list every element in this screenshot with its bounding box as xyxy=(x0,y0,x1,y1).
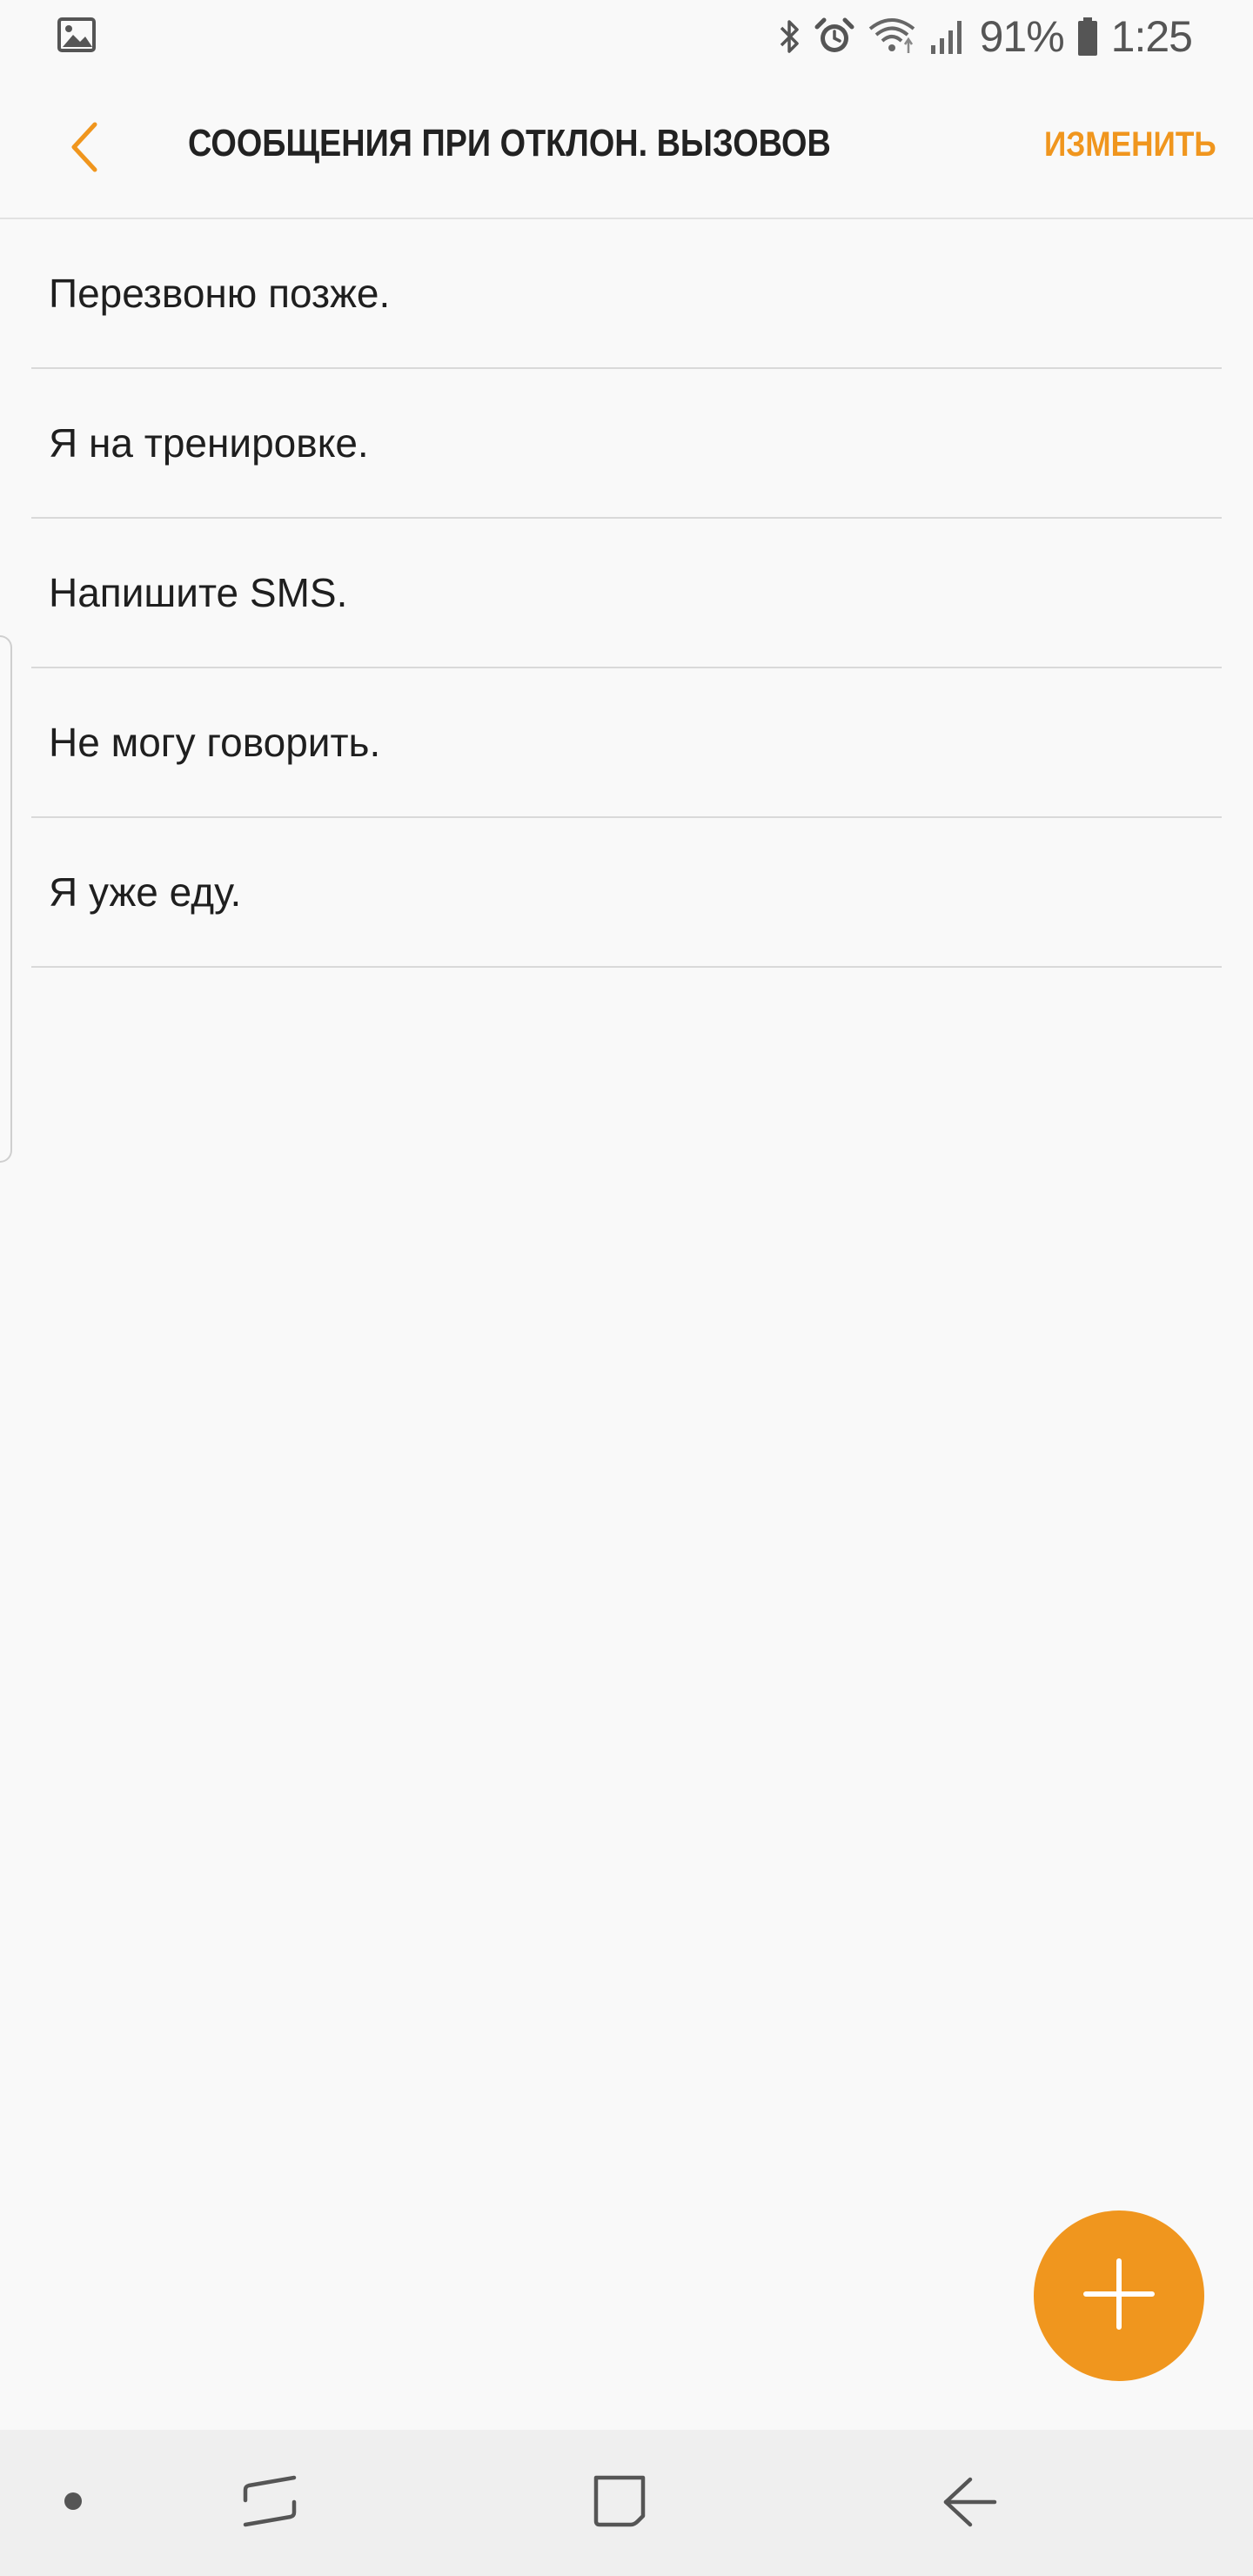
message-text: Я на тренировке. xyxy=(49,420,369,466)
alarm-icon xyxy=(814,17,854,57)
message-text: Перезвоню позже. xyxy=(49,271,391,316)
add-message-button[interactable] xyxy=(1034,2210,1204,2381)
status-bar: 91% 1:25 xyxy=(0,0,1253,73)
reject-messages-list: Перезвоню позже. Я на тренировке. Напиши… xyxy=(31,219,1222,968)
clock-time: 1:25 xyxy=(1110,12,1193,61)
status-indicators: 91% 1:25 xyxy=(776,10,1193,63)
back-nav-button[interactable] xyxy=(926,2459,1013,2546)
signal-icon xyxy=(929,17,968,56)
gallery-notification-icon xyxy=(57,17,96,57)
plus-icon xyxy=(1075,2251,1163,2342)
list-item[interactable]: Я на тренировке. xyxy=(31,369,1222,519)
recent-apps-icon xyxy=(242,2471,298,2536)
edge-panel-handle[interactable] xyxy=(0,635,12,1163)
list-item[interactable]: Не могу говорить. xyxy=(31,668,1222,818)
home-icon xyxy=(589,2471,650,2536)
recent-apps-button[interactable] xyxy=(226,2459,313,2546)
app-header: СООБЩЕНИЯ ПРИ ОТКЛОН. ВЫЗОВОВ ИЗМЕНИТЬ xyxy=(0,73,1253,219)
navigation-bar xyxy=(0,2430,1253,2576)
message-text: Не могу говорить. xyxy=(49,720,381,765)
message-text: Я уже еду. xyxy=(49,869,242,915)
chevron-left-icon xyxy=(67,121,102,178)
page-title: СООБЩЕНИЯ ПРИ ОТКЛОН. ВЫЗОВОВ xyxy=(188,122,831,164)
back-button[interactable] xyxy=(45,110,124,188)
message-text: Напишите SMS. xyxy=(49,570,348,615)
home-button[interactable] xyxy=(576,2459,663,2546)
list-item[interactable]: Я уже еду. xyxy=(31,818,1222,968)
wifi-icon xyxy=(867,17,917,57)
screen: 91% 1:25 СООБЩЕНИЯ ПРИ ОТКЛОН. ВЫЗОВОВ И… xyxy=(0,0,1253,2576)
edit-button[interactable]: ИЗМЕНИТЬ xyxy=(1044,125,1216,164)
battery-percent: 91% xyxy=(979,12,1065,61)
dot-icon xyxy=(63,2491,84,2516)
back-arrow-icon xyxy=(939,2471,1000,2536)
nav-dot-button[interactable] xyxy=(30,2459,117,2546)
list-item[interactable]: Перезвоню позже. xyxy=(31,219,1222,369)
battery-icon xyxy=(1076,17,1099,57)
list-item[interactable]: Напишите SMS. xyxy=(31,519,1222,668)
bluetooth-icon xyxy=(776,17,802,56)
